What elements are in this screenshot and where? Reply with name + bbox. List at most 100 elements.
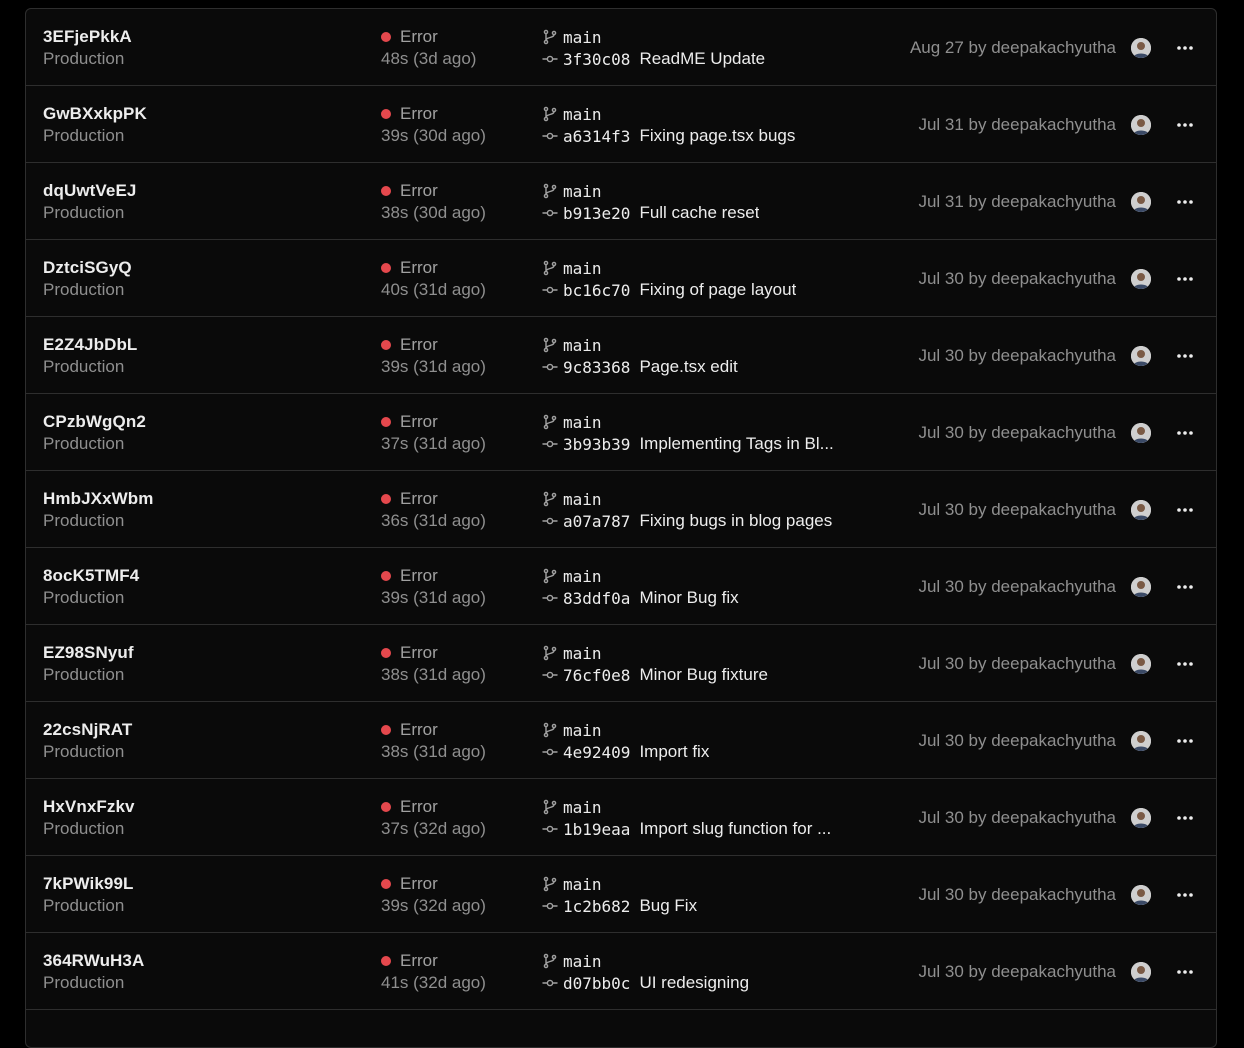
more-options-button[interactable] bbox=[1172, 574, 1198, 600]
more-options-button[interactable] bbox=[1172, 343, 1198, 369]
deployment-id[interactable]: E2Z4JbDbL bbox=[43, 334, 137, 356]
user-avatar-icon[interactable] bbox=[1131, 192, 1151, 212]
commit-sha[interactable]: a07a787 bbox=[563, 512, 630, 531]
user-avatar-icon[interactable] bbox=[1131, 654, 1151, 674]
deployment-row[interactable]: 7kPWik99L Production Error 39s (32d ago) bbox=[26, 856, 1216, 933]
deployment-row[interactable]: 364RWuH3A Production Error 41s (32d ago) bbox=[26, 933, 1216, 1010]
deployment-id[interactable]: 7kPWik99L bbox=[43, 873, 134, 895]
git-source-cell: main 4e92409 Import fix bbox=[542, 719, 872, 763]
git-source-cell: main 1c2b682 Bug Fix bbox=[542, 873, 872, 917]
more-options-button[interactable] bbox=[1172, 420, 1198, 446]
user-avatar-icon[interactable] bbox=[1131, 500, 1151, 520]
commit-message[interactable]: Minor Bug fixture bbox=[639, 665, 768, 685]
commit-sha[interactable]: a6314f3 bbox=[563, 127, 630, 146]
more-options-button[interactable] bbox=[1172, 805, 1198, 831]
more-options-button[interactable] bbox=[1172, 35, 1198, 61]
user-avatar-icon[interactable] bbox=[1131, 346, 1151, 366]
commit-sha[interactable]: 9c83368 bbox=[563, 358, 630, 377]
branch-name[interactable]: main bbox=[563, 875, 602, 894]
user-avatar-icon[interactable] bbox=[1131, 731, 1151, 751]
commit-message[interactable]: Fixing page.tsx bugs bbox=[639, 126, 795, 146]
more-options-button[interactable] bbox=[1172, 959, 1198, 985]
user-avatar-icon[interactable] bbox=[1131, 115, 1151, 135]
deployment-duration: 41s (32d ago) bbox=[381, 973, 486, 992]
user-avatar-icon[interactable] bbox=[1131, 808, 1151, 828]
user-avatar-icon[interactable] bbox=[1131, 423, 1151, 443]
commit-message[interactable]: Import fix bbox=[639, 742, 709, 762]
commit-message[interactable]: Fixing of page layout bbox=[639, 280, 796, 300]
branch-name[interactable]: main bbox=[563, 336, 602, 355]
deployment-row[interactable]: DztciSGyQ Production Error 40s (31d ago) bbox=[26, 240, 1216, 317]
deployment-row[interactable]: E2Z4JbDbL Production Error 39s (31d ago) bbox=[26, 317, 1216, 394]
commit-sha[interactable]: bc16c70 bbox=[563, 281, 630, 300]
commit-sha[interactable]: 1b19eaa bbox=[563, 820, 630, 839]
user-avatar-icon[interactable] bbox=[1131, 885, 1151, 905]
commit-message[interactable]: Bug Fix bbox=[639, 896, 697, 916]
error-dot-icon bbox=[381, 648, 391, 658]
deployment-row[interactable]: 22csNjRAT Production Error 38s (31d ago) bbox=[26, 702, 1216, 779]
commit-message[interactable]: UI redesigning bbox=[639, 973, 749, 993]
deployment-id[interactable]: DztciSGyQ bbox=[43, 257, 132, 279]
commit-sha[interactable]: 76cf0e8 bbox=[563, 666, 630, 685]
deployment-row[interactable]: HmbJXxWbm Production Error 36s (31d ago) bbox=[26, 471, 1216, 548]
branch-name[interactable]: main bbox=[563, 567, 602, 586]
more-options-button[interactable] bbox=[1172, 651, 1198, 677]
branch-name[interactable]: main bbox=[563, 28, 602, 47]
branch-name[interactable]: main bbox=[563, 644, 602, 663]
deployment-id[interactable]: HxVnxFzkv bbox=[43, 796, 135, 818]
deployment-row[interactable]: EZ98SNyuf Production Error 38s (31d ago) bbox=[26, 625, 1216, 702]
user-avatar-icon[interactable] bbox=[1131, 577, 1151, 597]
user-avatar-icon[interactable] bbox=[1131, 962, 1151, 982]
deployment-id[interactable]: 364RWuH3A bbox=[43, 950, 144, 972]
commit-sha[interactable]: 3b93b39 bbox=[563, 435, 630, 454]
commit-message[interactable]: ReadME Update bbox=[639, 49, 765, 69]
commit-sha[interactable]: 3f30c08 bbox=[563, 50, 630, 69]
deployment-row[interactable]: HxVnxFzkv Production Error 37s (32d ago) bbox=[26, 779, 1216, 856]
commit-sha[interactable]: 83ddf0a bbox=[563, 589, 630, 608]
deployment-environment: Production bbox=[43, 511, 125, 530]
commit-sha[interactable]: b913e20 bbox=[563, 204, 630, 223]
branch-name[interactable]: main bbox=[563, 182, 602, 201]
more-options-button[interactable] bbox=[1172, 266, 1198, 292]
branch-name[interactable]: main bbox=[563, 105, 602, 124]
deployment-row[interactable]: 3EFjePkkA Production Error 48s (3d ago) bbox=[26, 9, 1216, 86]
commit-message[interactable]: Page.tsx edit bbox=[639, 357, 737, 377]
more-options-button[interactable] bbox=[1172, 882, 1198, 908]
deployment-row[interactable]: dqUwtVeEJ Production Error 38s (30d ago) bbox=[26, 163, 1216, 240]
branch-name[interactable]: main bbox=[563, 490, 602, 509]
commit-message[interactable]: Import slug function for ... bbox=[639, 819, 831, 839]
deployment-meta: Jul 31 by deepakachyutha bbox=[918, 115, 1116, 134]
user-avatar-icon[interactable] bbox=[1131, 38, 1151, 58]
status-label: Error bbox=[400, 104, 438, 123]
commit-message[interactable]: Full cache reset bbox=[639, 203, 759, 223]
deployment-environment: Production bbox=[43, 742, 125, 761]
deployment-duration: 37s (31d ago) bbox=[381, 434, 486, 453]
deployment-row[interactable]: CPzbWgQn2 Production Error 37s (31d ago) bbox=[26, 394, 1216, 471]
deployment-id[interactable]: EZ98SNyuf bbox=[43, 642, 134, 664]
branch-name[interactable]: main bbox=[563, 721, 602, 740]
deployment-id[interactable]: 8ocK5TMF4 bbox=[43, 565, 139, 587]
deployment-id[interactable]: HmbJXxWbm bbox=[43, 488, 153, 510]
deployment-id[interactable]: 22csNjRAT bbox=[43, 719, 132, 741]
more-options-button[interactable] bbox=[1172, 112, 1198, 138]
deployment-id[interactable]: CPzbWgQn2 bbox=[43, 411, 146, 433]
branch-name[interactable]: main bbox=[563, 952, 602, 971]
commit-sha[interactable]: d07bb0c bbox=[563, 974, 630, 993]
commit-message[interactable]: Minor Bug fix bbox=[639, 588, 738, 608]
deployment-id[interactable]: dqUwtVeEJ bbox=[43, 180, 136, 202]
more-options-button[interactable] bbox=[1172, 497, 1198, 523]
deployment-id[interactable]: GwBXxkpPK bbox=[43, 103, 147, 125]
deployment-row[interactable]: 8ocK5TMF4 Production Error 39s (31d ago) bbox=[26, 548, 1216, 625]
commit-sha[interactable]: 4e92409 bbox=[563, 743, 630, 762]
commit-sha[interactable]: 1c2b682 bbox=[563, 897, 630, 916]
deployment-row[interactable]: GwBXxkpPK Production Error 39s (30d ago) bbox=[26, 86, 1216, 163]
more-options-button[interactable] bbox=[1172, 189, 1198, 215]
branch-name[interactable]: main bbox=[563, 259, 602, 278]
deployment-id[interactable]: 3EFjePkkA bbox=[43, 26, 132, 48]
branch-name[interactable]: main bbox=[563, 413, 602, 432]
branch-name[interactable]: main bbox=[563, 798, 602, 817]
commit-message[interactable]: Fixing bugs in blog pages bbox=[639, 511, 832, 531]
more-options-button[interactable] bbox=[1172, 728, 1198, 754]
commit-message[interactable]: Implementing Tags in Bl... bbox=[639, 434, 833, 454]
user-avatar-icon[interactable] bbox=[1131, 269, 1151, 289]
